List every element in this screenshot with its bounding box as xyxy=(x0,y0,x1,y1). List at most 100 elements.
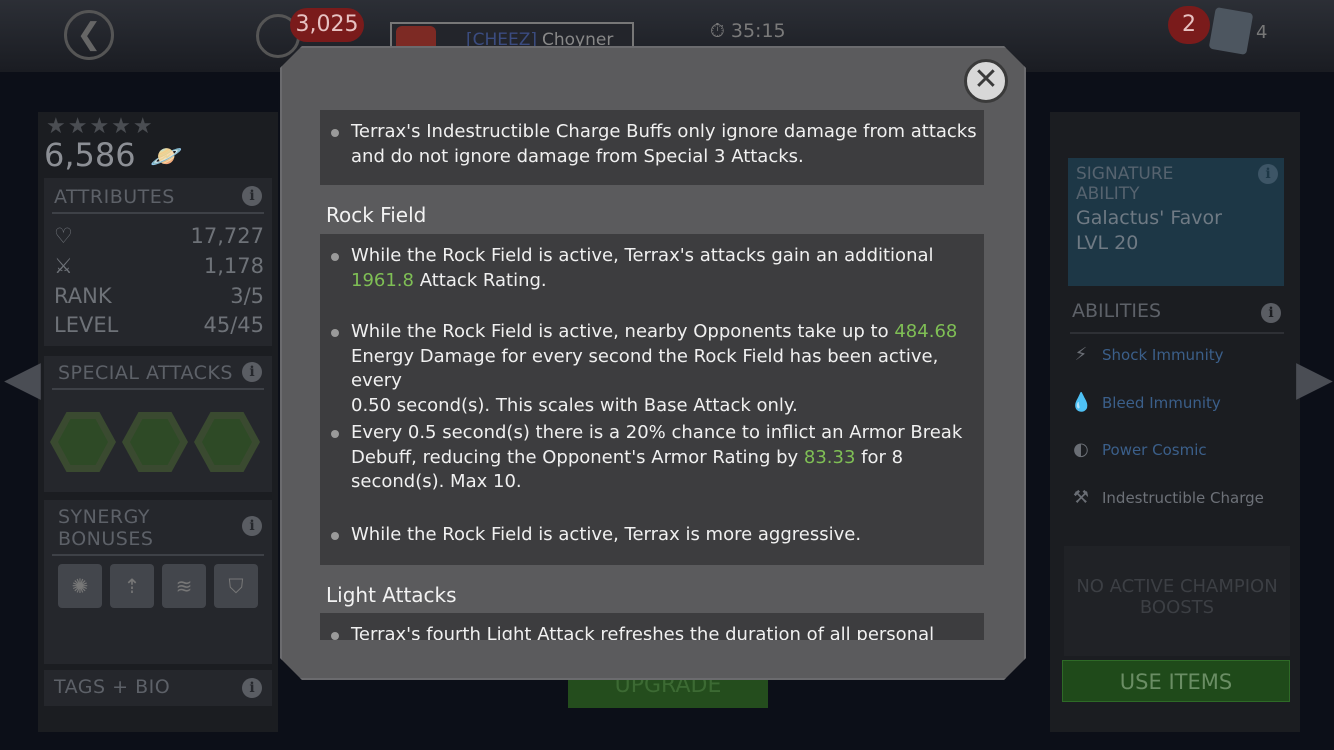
info-icon[interactable]: i xyxy=(1261,303,1281,323)
ability-indestructible-charge[interactable]: ⚒ Indestructible Charge xyxy=(1068,479,1284,519)
special-attacks-section: SPECIAL ATTACKS i xyxy=(44,356,272,492)
ability-label: Shock Immunity xyxy=(1102,346,1224,364)
info-icon[interactable]: i xyxy=(242,186,262,206)
attack-row: ⚔ 1,178 xyxy=(54,254,264,280)
ability-bleed-immunity[interactable]: 💧 Bleed Immunity xyxy=(1068,384,1284,424)
heart-icon: ♡ xyxy=(54,224,73,248)
tags-bio-section[interactable]: TAGS + BIO i xyxy=(44,670,272,706)
armor-rating-value: 83.33 xyxy=(803,446,856,468)
rank-value: 3/5 xyxy=(230,284,264,308)
bullet-dot xyxy=(331,253,339,261)
attack-value: 1,178 xyxy=(203,254,264,278)
synergy-title: SYNERGY BONUSES xyxy=(58,506,153,550)
ability-label: Bleed Immunity xyxy=(1102,394,1221,412)
intro-line1: Terrax's Indestructible Charge Buffs onl… xyxy=(351,121,977,142)
ability-power-cosmic[interactable]: ◐ Power Cosmic xyxy=(1068,431,1284,471)
use-items-button[interactable]: USE ITEMS xyxy=(1062,660,1290,702)
rock-field-b2-line2: Energy Damage for every second the Rock … xyxy=(351,345,939,392)
level-value: 45/45 xyxy=(203,313,264,337)
light-attacks-block: Terrax's fourth Light Attack refreshes t… xyxy=(320,613,984,640)
chevron-left-icon: ❮ xyxy=(76,17,102,52)
divider xyxy=(52,212,264,214)
rank-label: RANK xyxy=(54,284,112,308)
light-attacks-heading: Light Attacks xyxy=(326,583,457,607)
signature-ability-box[interactable]: SIGNATURE ABILITY i Galactus' Favor LVL … xyxy=(1068,158,1284,286)
divider xyxy=(52,388,264,390)
info-icon[interactable]: i xyxy=(1258,164,1278,184)
info-icon[interactable]: i xyxy=(242,678,262,698)
bullet-text: While the Rock Field is active, nearby O… xyxy=(351,320,977,418)
bullet-dot xyxy=(331,532,339,540)
signature-name: Galactus' Favor LVL 20 xyxy=(1076,206,1222,256)
boosts-line2: BOOSTS xyxy=(1139,597,1215,618)
abilities-title: ABILITIES xyxy=(1072,300,1162,322)
synergy-shield-icon[interactable]: ⛉ xyxy=(214,564,258,608)
level-label: LEVEL xyxy=(54,313,119,337)
intro-block: Terrax's Indestructible Charge Buffs onl… xyxy=(320,110,984,185)
special-attack-2-icon[interactable] xyxy=(122,412,188,472)
back-button[interactable]: ❮ xyxy=(64,10,114,60)
ability-details-scroll[interactable]: Terrax's Indestructible Charge Buffs onl… xyxy=(320,110,984,640)
rock-field-b3-line1: Every 0.5 second(s) there is a 20% chanc… xyxy=(351,422,963,443)
special-attack-1-icon[interactable] xyxy=(50,412,116,472)
ability-label: Power Cosmic xyxy=(1102,441,1207,459)
stopwatch-icon: ⏱ xyxy=(710,20,725,42)
rock-field-b3-line2: Debuff, reducing the Opponent's Armor Ra… xyxy=(351,446,804,468)
rank-row: RANK 3/5 xyxy=(54,284,264,310)
rock-field-b3-line3: second(s). Max 10. xyxy=(351,471,522,492)
bullet-text: Every 0.5 second(s) there is a 20% chanc… xyxy=(351,421,977,495)
synergy-section: SYNERGY BONUSES i ✺ ⇡ ≋ ⛉ xyxy=(44,500,272,664)
previous-champion-arrow-icon[interactable]: ◀ xyxy=(4,350,41,406)
bullet-dot xyxy=(331,129,339,137)
health-row: ♡ 17,727 xyxy=(54,224,264,250)
special-attack-3-icon[interactable] xyxy=(194,412,260,472)
signature-title-line2: ABILITY xyxy=(1076,184,1140,204)
boosts-line1: NO ACTIVE CHAMPION xyxy=(1076,576,1278,597)
bullet-text: Terrax's fourth Light Attack refreshes t… xyxy=(351,624,935,640)
cosmic-icon: ◐ xyxy=(1073,439,1089,460)
bullet-dot xyxy=(331,430,339,438)
ability-shock-immunity[interactable]: ⚡ Shock Immunity xyxy=(1068,336,1284,376)
rock-field-b3-line2-suffix: for 8 xyxy=(855,446,904,468)
synergy-tornado-icon[interactable]: ≋ xyxy=(162,564,206,608)
attributes-title: ATTRIBUTES xyxy=(54,186,175,208)
energy-damage-value: 484.68 xyxy=(894,321,958,342)
units-counter[interactable]: 3,025 xyxy=(290,8,364,42)
intro-line2: and do not ignore damage from Special 3 … xyxy=(351,145,804,167)
special-attacks-title: SPECIAL ATTACKS xyxy=(58,362,233,384)
signature-level: LVL 20 xyxy=(1076,232,1139,254)
synergy-arrows-icon[interactable]: ⇡ xyxy=(110,564,154,608)
bullet-dot xyxy=(331,329,339,337)
rock-field-b2-line3: 0.50 second(s). This scales with Base At… xyxy=(351,394,798,416)
bullet-text: While the Rock Field is active, Terrax's… xyxy=(351,244,977,293)
level-row: LEVEL 45/45 xyxy=(54,313,264,339)
signature-title: SIGNATURE ABILITY xyxy=(1076,164,1173,204)
alert-badge[interactable]: 2 xyxy=(1168,6,1210,44)
info-icon[interactable]: i xyxy=(242,516,262,536)
rock-field-b1-suffix: Attack Rating. xyxy=(413,269,547,291)
swords-icon: ⚔ xyxy=(54,254,73,278)
cards-icon[interactable] xyxy=(1208,7,1254,55)
rock-field-heading: Rock Field xyxy=(326,203,427,227)
ability-label: Indestructible Charge xyxy=(1102,489,1264,507)
divider xyxy=(1070,332,1284,334)
rock-field-b2-text: While the Rock Field is active, nearby O… xyxy=(351,321,895,342)
energy-timer: ⏱ 35:15 xyxy=(710,20,786,42)
tags-bio-title: TAGS + BIO xyxy=(54,676,171,698)
synergy-swirl-icon[interactable]: ✺ xyxy=(58,564,102,608)
attributes-section: ATTRIBUTES i ♡ 17,727 ⚔ 1,178 RANK 3/5 L… xyxy=(44,178,272,346)
champion-boosts-box: NO ACTIVE CHAMPION BOOSTS xyxy=(1064,546,1290,656)
health-value: 17,727 xyxy=(190,224,264,248)
next-champion-arrow-icon[interactable]: ▶ xyxy=(1296,350,1333,406)
rock-field-b1-text: While the Rock Field is active, Terrax's… xyxy=(351,245,934,266)
info-icon[interactable]: i xyxy=(242,362,262,382)
bullet-text: Terrax's Indestructible Charge Buffs onl… xyxy=(351,120,977,169)
rock-field-block: While the Rock Field is active, Terrax's… xyxy=(320,234,984,565)
divider xyxy=(52,554,264,556)
champion-rating: 6,586 xyxy=(44,136,136,174)
close-button[interactable]: ✕ xyxy=(964,59,1008,103)
attack-rating-value: 1961.8 xyxy=(351,269,414,291)
synergy-title-line2: BONUSES xyxy=(58,528,154,550)
blood-drop-icon: 💧 xyxy=(1070,392,1093,413)
signature-title-line1: SIGNATURE xyxy=(1076,164,1174,184)
